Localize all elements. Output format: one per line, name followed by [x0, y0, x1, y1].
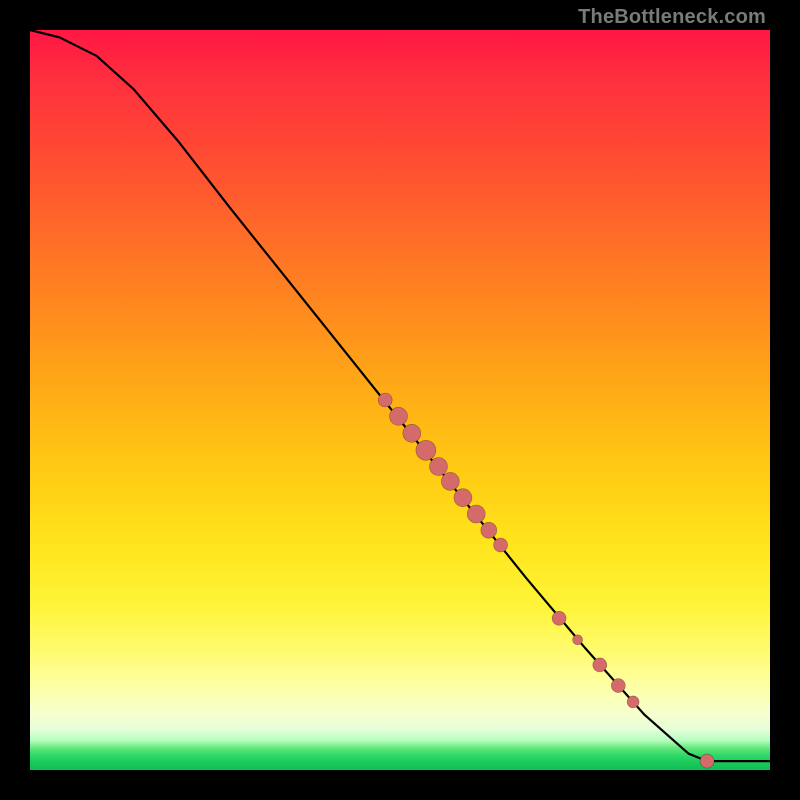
chart-frame: TheBottleneck.com: [0, 0, 800, 800]
watermark-text: TheBottleneck.com: [578, 6, 766, 29]
data-point: [403, 424, 421, 442]
scatter-points: [378, 393, 714, 768]
data-point: [494, 538, 508, 552]
data-point: [416, 440, 436, 460]
data-point: [573, 635, 583, 645]
data-point: [481, 522, 497, 538]
data-point: [627, 696, 639, 708]
bottleneck-curve: [30, 30, 770, 761]
data-point: [467, 505, 485, 523]
data-point: [430, 458, 448, 476]
data-point: [700, 754, 714, 768]
data-point: [611, 679, 625, 693]
data-point: [454, 489, 472, 507]
plot-area: [30, 30, 770, 770]
chart-svg: [30, 30, 770, 770]
data-point: [390, 407, 408, 425]
data-point: [441, 472, 459, 490]
data-point: [552, 611, 566, 625]
data-point: [378, 393, 392, 407]
data-point: [593, 658, 607, 672]
